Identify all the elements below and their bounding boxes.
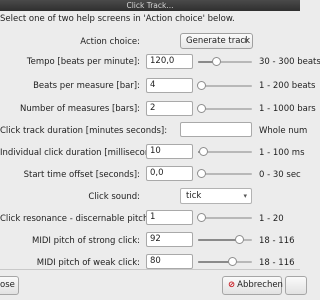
resonance-label: Click resonance - discernable pitch [q]:	[0, 214, 166, 224]
measures-slider[interactable]	[197, 104, 252, 113]
pitch-weak-input[interactable]: 80	[146, 254, 193, 269]
window-title: Click Track...	[126, 1, 174, 10]
pitch-strong-slider[interactable]	[198, 235, 252, 244]
resonance-range: 1 - 20	[259, 214, 284, 224]
pitch-strong-range: 18 - 116	[259, 236, 295, 246]
ok-button[interactable]	[285, 276, 307, 295]
start-offset-input[interactable]: 0,0	[146, 166, 193, 181]
chevron-down-icon: ▾	[243, 192, 247, 200]
tempo-input[interactable]: 120,0	[146, 54, 193, 69]
action-choice-label: Action choice:	[80, 37, 140, 47]
spin-arrows-icon: ⬍	[243, 37, 249, 45]
close-button[interactable]: ose	[0, 276, 19, 295]
pitch-weak-label: MIDI pitch of weak click:	[36, 258, 140, 268]
cancel-button-label: Abbrechen	[237, 280, 283, 290]
pitch-weak-slider-knob[interactable]	[228, 257, 238, 266]
close-button-label: ose	[0, 280, 15, 290]
beats-per-measure-slider[interactable]	[197, 81, 252, 90]
action-choice-dropdown[interactable]: Generate track ⬍	[180, 33, 253, 49]
action-choice-value: Generate track	[186, 36, 251, 46]
resonance-slider-knob[interactable]	[197, 213, 206, 222]
pitch-strong-label: MIDI pitch of strong click:	[32, 236, 140, 246]
tempo-slider-knob[interactable]	[211, 57, 221, 66]
cancel-button[interactable]: ⊘ Abbrechen	[222, 276, 283, 295]
measures-label: Number of measures [bars]:	[20, 104, 140, 114]
measures-input[interactable]: 2	[146, 101, 193, 116]
pitch-strong-slider-knob[interactable]	[234, 235, 244, 244]
intro-text: Select one of two help screens in 'Actio…	[0, 14, 235, 24]
beats-per-measure-input[interactable]: 4	[146, 78, 193, 93]
start-offset-range: 0 - 30 sec	[259, 170, 301, 180]
tempo-slider[interactable]	[198, 57, 252, 66]
start-offset-slider-knob[interactable]	[197, 169, 206, 178]
start-offset-slider[interactable]	[197, 169, 252, 178]
tempo-label: Tempo [beats per minute]:	[26, 57, 140, 67]
pitch-weak-slider[interactable]	[198, 257, 252, 266]
measures-slider-knob[interactable]	[197, 104, 206, 113]
window-titlebar: Click Track...	[0, 0, 300, 11]
click-sound-dropdown[interactable]: tick ▾	[180, 188, 252, 204]
click-sound-label: Click sound:	[88, 192, 140, 202]
resonance-slider[interactable]	[197, 213, 252, 222]
beats-per-measure-label: Beats per measure [bar]:	[33, 81, 140, 91]
tempo-range: 30 - 300 beats	[259, 57, 320, 67]
track-duration-input[interactable]	[180, 122, 252, 137]
button-separator	[0, 269, 300, 270]
start-offset-label: Start time offset [seconds]:	[23, 170, 140, 180]
pitch-strong-slider-fill	[198, 239, 239, 241]
click-duration-label: Individual click duration [milliseconds]…	[0, 148, 167, 158]
click-duration-slider[interactable]	[198, 147, 252, 156]
measures-range: 1 - 1000 bars	[259, 104, 316, 114]
click-sound-value: tick	[186, 191, 202, 201]
click-duration-range: 1 - 100 ms	[259, 148, 305, 158]
cancel-circle-icon: ⊘	[228, 280, 236, 290]
click-duration-input[interactable]: 10	[146, 144, 193, 159]
track-duration-hint: Whole num	[259, 126, 308, 136]
pitch-weak-slider-fill	[198, 261, 233, 263]
click-duration-slider-knob[interactable]	[198, 147, 208, 156]
track-duration-label: Click track duration [minutes seconds]:	[0, 126, 168, 136]
pitch-weak-range: 18 - 116	[259, 258, 295, 268]
resonance-input[interactable]: 1	[146, 210, 193, 225]
beats-per-measure-range: 1 - 200 beats	[259, 81, 316, 91]
pitch-strong-input[interactable]: 92	[146, 232, 193, 247]
beats-per-measure-slider-knob[interactable]	[197, 81, 206, 90]
